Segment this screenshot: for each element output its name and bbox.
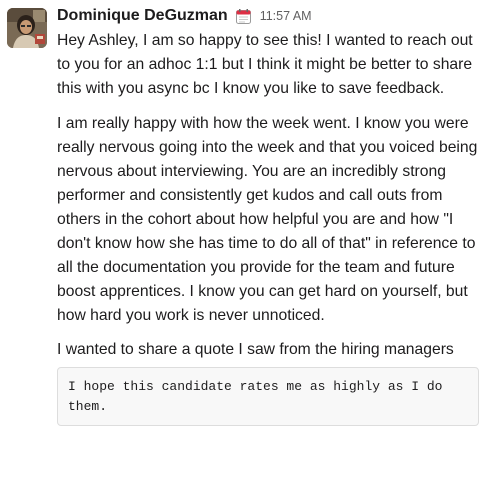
sender-name[interactable]: Dominique DeGuzman	[57, 7, 228, 25]
message: Dominique DeGuzman 11:57 AM Hey Ashley, …	[0, 0, 494, 483]
code-block: I hope this candidate rates me as highly…	[57, 367, 479, 426]
message-paragraph: Hey Ashley, I am so happy to see this! I…	[57, 32, 473, 97]
avatar[interactable]	[7, 8, 47, 48]
message-content: Dominique DeGuzman 11:57 AM Hey Ashley, …	[57, 4, 482, 426]
avatar-image	[7, 8, 47, 48]
timestamp[interactable]: 11:57 AM	[260, 9, 312, 23]
message-paragraph: I wanted to share a quote I saw from the…	[57, 341, 454, 358]
message-paragraph: I am really happy with how the week went…	[57, 115, 478, 324]
message-header: Dominique DeGuzman 11:57 AM	[57, 4, 482, 28]
calendar-icon	[235, 8, 252, 25]
